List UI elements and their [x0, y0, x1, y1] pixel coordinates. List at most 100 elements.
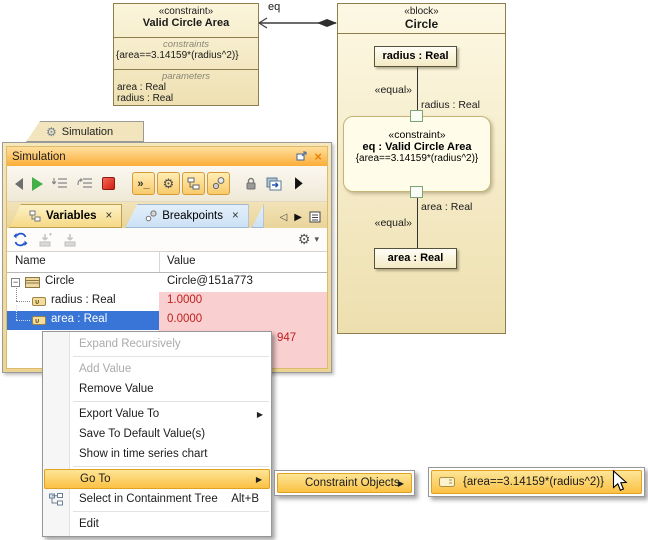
load-all-values-icon — [63, 233, 78, 247]
detach-window-icon[interactable] — [266, 177, 282, 191]
options-gear-icon[interactable]: ⚙ — [298, 231, 311, 248]
simulation-toolbar: »_ ⚙ — [7, 166, 327, 202]
tree-line — [16, 301, 30, 302]
table-row-area-selected[interactable]: area : Real 0.0000 — [7, 311, 327, 330]
simulation-titlebar[interactable]: Simulation × — [7, 147, 327, 166]
area-parameter-port[interactable] — [410, 186, 423, 198]
radius-parameter-port[interactable] — [410, 110, 423, 122]
equal-stereotype-bottom: «equal» — [372, 217, 412, 229]
tree-line — [16, 305, 17, 320]
menu-item-go-to[interactable]: Go To ▶ — [44, 469, 270, 489]
submenu-arrow-icon: ▶ — [256, 475, 262, 484]
menu-shortcut: Alt+B — [231, 493, 259, 505]
cp-name: eq : Valid Circle Area — [344, 141, 490, 153]
mouse-cursor-icon — [612, 470, 629, 494]
tab-variables[interactable]: Variables × — [9, 204, 122, 228]
column-header-value[interactable]: Value — [167, 255, 196, 267]
row-radius-value: 1.0000 — [159, 292, 328, 311]
menu-item-add-value[interactable]: Add Value — [43, 359, 271, 379]
radius-connector-end-label: radius : Real — [421, 99, 480, 111]
area-part-box[interactable]: area : Real — [374, 248, 457, 269]
close-window-icon[interactable]: × — [314, 152, 322, 162]
parameters-compartment: parameters area : Real radius : Real — [114, 69, 258, 106]
menu-item-show-time-series[interactable]: Show in time series chart — [43, 444, 271, 464]
constraints-compartment: constraints {area==3.14159*(radius^2)} — [114, 37, 258, 69]
stop-icon[interactable] — [102, 177, 115, 190]
options-caret-icon[interactable]: ▾ — [314, 234, 319, 245]
tab-scroll-left-icon[interactable]: ◁ — [280, 212, 288, 223]
dock-tab-label: Simulation — [62, 126, 113, 138]
row-hidden-value-fragment: 947 — [277, 332, 296, 344]
lock-icon[interactable] — [245, 177, 257, 191]
tab-breakpoints-close-icon[interactable]: × — [232, 210, 239, 222]
table-row-circle[interactable]: − Circle Circle@151a773 — [7, 273, 327, 292]
load-values-icon — [38, 233, 53, 247]
settings-toggle-button[interactable]: ⚙ — [157, 172, 180, 195]
menu-label: Edit — [79, 518, 99, 530]
area-binding-connector[interactable] — [417, 198, 418, 248]
submenu-arrow-icon: ▶ — [257, 410, 263, 419]
context-menu: Expand Recursively Add Value Remove Valu… — [42, 331, 272, 537]
go-to-submenu: Constraint Objects ▶ — [274, 470, 415, 496]
console-icon: »_ — [137, 178, 149, 190]
tab-scroll-right-icon[interactable]: ▶ — [294, 212, 302, 223]
table-row-radius[interactable]: radius : Real 1.0000 — [7, 292, 327, 311]
tree-line — [16, 320, 30, 321]
gear-icon: ⚙ — [163, 176, 175, 192]
area-connector-end-label: area : Real — [421, 201, 472, 213]
radius-part-box[interactable]: radius : Real — [374, 46, 457, 67]
menu-item-select-in-containment-tree[interactable]: Select in Containment Tree Alt+B — [43, 489, 271, 509]
toolbar-overflow-icon[interactable]: ▶ — [295, 175, 303, 193]
constraint-block-header: «constraint» Valid Circle Area — [114, 4, 258, 37]
breakpoints-circles-icon — [212, 177, 225, 190]
parameter-radius: radius : Real — [114, 93, 258, 104]
row-area-name: area : Real — [51, 313, 107, 325]
eq-connector-line[interactable] — [256, 13, 340, 31]
circle-stereotype: «block» — [338, 4, 505, 17]
menu-item-constraint-objects[interactable]: Constraint Objects ▶ — [277, 473, 412, 493]
menu-item-remove-value[interactable]: Remove Value — [43, 379, 271, 399]
row-circle-name: Circle — [45, 275, 74, 287]
column-divider[interactable] — [159, 252, 160, 272]
run-play-icon[interactable] — [32, 177, 43, 191]
breakpoints-toggle-button[interactable] — [207, 172, 230, 195]
menu-label: Save To Default Value(s) — [79, 428, 205, 440]
tab-list-icon[interactable] — [309, 211, 321, 223]
radius-binding-connector[interactable] — [417, 67, 418, 112]
menu-label: Export Value To — [79, 408, 159, 420]
tab-stub[interactable] — [252, 204, 264, 228]
float-window-icon[interactable] — [296, 151, 308, 162]
animation-back-icon[interactable] — [15, 178, 23, 190]
composition-diamond-icon — [317, 19, 337, 27]
simulation-gear-icon: ⚙ — [46, 125, 57, 139]
menu-item-save-to-default[interactable]: Save To Default Value(s) — [43, 424, 271, 444]
console-toggle-button[interactable]: »_ — [132, 172, 155, 195]
submenu-arrow-icon: ▶ — [398, 479, 404, 488]
constraint-block-valid-circle-area[interactable]: «constraint» Valid Circle Area constrain… — [113, 3, 259, 106]
menu-item-constraint-expression[interactable]: {area==3.14159*(radius^2)} — [431, 470, 642, 494]
dock-tab-simulation[interactable]: ⚙ Simulation — [26, 121, 144, 142]
constraint-expression: {area==3.14159*(radius^2)} — [114, 50, 258, 61]
menu-label: Constraint Objects — [305, 477, 400, 489]
row-circle-value: Circle@151a773 — [159, 273, 328, 292]
menu-label: Add Value — [79, 363, 131, 375]
menu-item-edit[interactable]: Edit — [43, 514, 271, 534]
constraint-property-box[interactable]: «constraint» eq : Valid Circle Area {are… — [343, 116, 491, 192]
structure-toggle-button[interactable] — [182, 172, 205, 195]
tab-breakpoints[interactable]: Breakpoints × — [125, 204, 248, 228]
breakpoints-tab-icon — [145, 210, 157, 222]
menu-label: Go To — [80, 473, 110, 485]
tab-variables-close-icon[interactable]: × — [106, 210, 113, 222]
column-header-name[interactable]: Name — [15, 255, 46, 267]
cp-stereotype: «constraint» — [344, 129, 490, 141]
menu-item-expand-recursively[interactable]: Expand Recursively — [43, 334, 271, 354]
step-into-icon[interactable] — [52, 177, 68, 190]
menu-label: {area==3.14159*(radius^2)} — [463, 476, 604, 488]
refresh-icon[interactable] — [13, 232, 28, 247]
menu-item-export-value-to[interactable]: Export Value To ▶ — [43, 404, 271, 424]
parameter-area: area : Real — [114, 82, 258, 93]
tree-line — [16, 286, 17, 301]
tab-breakpoints-label: Breakpoints — [162, 210, 223, 222]
cp-expression: {area==3.14159*(radius^2)} — [344, 153, 490, 164]
step-over-icon[interactable] — [77, 177, 93, 190]
